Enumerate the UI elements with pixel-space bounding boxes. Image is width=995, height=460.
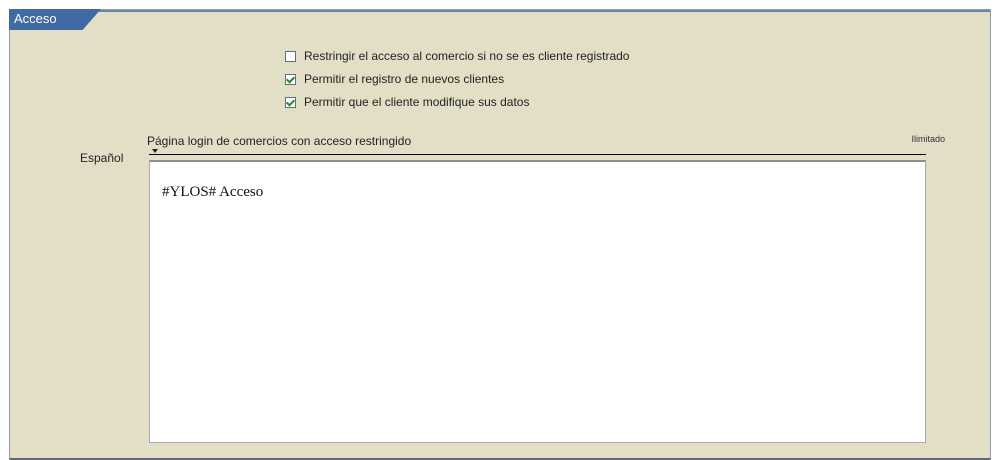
option-allow-edit-data[interactable]: Permitir que el cliente modifique sus da… [285,94,529,110]
restrict-access-checkbox[interactable] [285,50,296,62]
language-label: Español [80,151,124,165]
editor-content: #YLOS# Acceso [162,184,264,200]
chevron-down-icon[interactable] [152,149,158,153]
login-page-field-label: Página login de comercios con acceso res… [147,134,412,148]
panel-top-border [10,10,990,12]
limit-label: Ilimitado [911,134,945,144]
tab-acceso[interactable]: Acceso [9,9,101,30]
option-restrict-access[interactable]: Restringir el acceso al comercio si no s… [285,48,629,64]
allow-registration-label: Permitir el registro de nuevos clientes [304,72,505,86]
access-panel: Acceso Restringir el acceso al comercio … [9,9,991,460]
option-allow-registration[interactable]: Permitir el registro de nuevos clientes [285,71,504,87]
restrict-access-label: Restringir el acceso al comercio si no s… [304,49,630,63]
allow-registration-checkbox[interactable] [285,73,296,85]
login-page-editor[interactable]: #YLOS# Acceso [149,160,926,443]
tab-label: Acceso [14,11,57,26]
allow-edit-data-checkbox[interactable] [285,96,296,108]
editor-toolbar-divider [149,154,926,155]
allow-edit-data-label: Permitir que el cliente modifique sus da… [304,95,530,109]
